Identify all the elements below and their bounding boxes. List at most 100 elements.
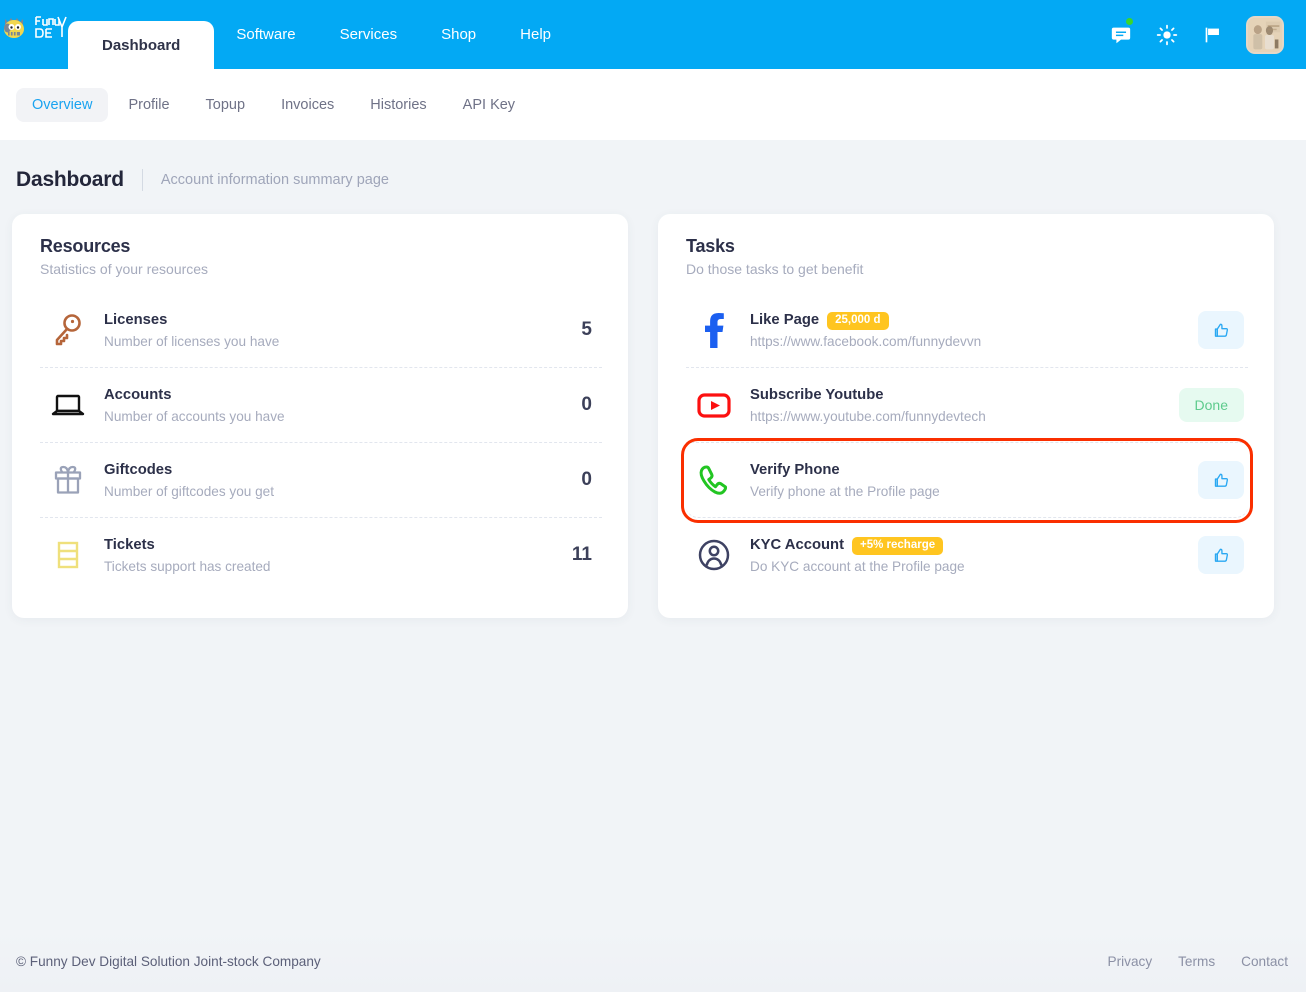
main-navigation: Dashboard Software Services Shop Help <box>68 0 573 69</box>
task-text-like-page: Like Page 25,000 d https://www.facebook.… <box>742 311 1198 349</box>
task-thumbs-up-button[interactable] <box>1198 461 1244 499</box>
notification-dot <box>1126 17 1133 25</box>
task-label: Verify Phone <box>750 462 840 479</box>
footer-link-terms[interactable]: Terms <box>1178 954 1215 969</box>
header-actions <box>1108 0 1284 69</box>
resource-value-licenses: 5 <box>581 319 592 340</box>
user-circle-icon <box>686 535 742 575</box>
resource-row-accounts[interactable]: Accounts Number of accounts you have 0 <box>40 368 602 443</box>
resource-text-accounts: Accounts Number of accounts you have <box>96 386 581 423</box>
resource-text-giftcodes: Giftcodes Number of giftcodes you get <box>96 461 581 498</box>
task-desc: https://www.youtube.com/funnydevtech <box>750 408 986 424</box>
laptop-icon <box>40 385 96 425</box>
flag-glyph <box>1205 27 1219 42</box>
resource-text-licenses: Licenses Number of licenses you have <box>96 311 581 348</box>
subnav-item-api-key[interactable]: API Key <box>447 88 531 122</box>
task-label: KYC Account <box>750 537 844 554</box>
subnav-item-histories[interactable]: Histories <box>354 88 442 122</box>
thumbs-up-icon <box>1214 323 1228 337</box>
nav-item-dashboard[interactable]: Dashboard <box>68 21 215 69</box>
resources-list: Licenses Number of licenses you have 5 A… <box>40 293 602 592</box>
title-divider <box>141 169 143 191</box>
resource-desc: Number of accounts you have <box>104 408 285 424</box>
page-title: Dashboard <box>16 168 124 191</box>
brightness-icon[interactable] <box>1154 22 1180 48</box>
tasks-card-title: Tasks <box>686 236 735 256</box>
subnav-item-invoices[interactable]: Invoices <box>265 88 350 122</box>
wordmark-icon <box>35 15 67 38</box>
task-row-like-page[interactable]: Like Page 25,000 d https://www.facebook.… <box>686 293 1248 368</box>
subnav-item-topup[interactable]: Topup <box>190 88 262 122</box>
gift-icon <box>40 460 96 500</box>
task-label-row: Subscribe Youtube <box>750 386 1179 405</box>
task-badge: +5% recharge <box>852 536 944 556</box>
task-label: Subscribe Youtube <box>750 387 884 404</box>
avatar-image <box>1248 17 1282 52</box>
tasks-card: Tasks Do those tasks to get benefit Like… <box>658 214 1274 618</box>
resource-label: Tickets <box>104 537 155 554</box>
footer-links: Privacy Terms Contact <box>1108 954 1288 969</box>
breadcrumb: Dashboard Account information summary pa… <box>0 140 1306 192</box>
task-row-verify-phone[interactable]: Verify Phone Verify phone at the Profile… <box>681 438 1253 523</box>
footer-link-contact[interactable]: Contact <box>1241 954 1288 969</box>
nav-item-software[interactable]: Software <box>214 0 317 69</box>
resource-label: Accounts <box>104 387 172 404</box>
thumbs-up-icon <box>1214 473 1228 487</box>
top-header-bar: Dashboard Software Services Shop Help <box>0 0 1306 69</box>
nav-item-services[interactable]: Services <box>318 0 420 69</box>
resource-desc: Number of giftcodes you get <box>104 483 275 499</box>
resource-text-tickets: Tickets Tickets support has created <box>96 536 572 573</box>
task-thumbs-up-button[interactable] <box>1198 536 1244 574</box>
task-done-badge: Done <box>1178 388 1244 422</box>
brand-logo[interactable] <box>0 0 68 69</box>
chat-icon[interactable] <box>1108 17 1134 48</box>
phone-icon <box>686 460 742 500</box>
facebook-icon <box>686 310 742 350</box>
resource-row-tickets[interactable]: Tickets Tickets support has created 11 <box>40 518 602 592</box>
sun-glyph <box>1156 24 1178 45</box>
resource-value-giftcodes: 0 <box>581 469 592 490</box>
resource-desc: Number of licenses you have <box>104 333 280 349</box>
thumbs-up-icon <box>1214 548 1228 562</box>
resource-desc: Tickets support has created <box>104 558 271 574</box>
user-avatar[interactable] <box>1246 15 1284 54</box>
resource-value-tickets: 11 <box>571 544 592 565</box>
ticket-icon <box>40 535 96 575</box>
sub-navigation: Overview Profile Topup Invoices Historie… <box>0 69 1306 140</box>
task-thumbs-up-button[interactable] <box>1198 311 1244 349</box>
subnav-item-overview[interactable]: Overview <box>16 87 109 122</box>
task-row-subscribe-youtube[interactable]: Subscribe Youtube https://www.youtube.co… <box>686 368 1248 443</box>
key-icon <box>40 310 96 350</box>
resource-value-accounts: 0 <box>581 394 592 415</box>
footer-copyright: © Funny Dev Digital Solution Joint-stock… <box>16 953 321 969</box>
task-text-verify-phone: Verify Phone Verify phone at the Profile… <box>742 461 1198 498</box>
task-label-row: Like Page 25,000 d <box>750 311 1198 331</box>
tasks-list: Like Page 25,000 d https://www.facebook.… <box>681 293 1253 592</box>
dashboard-cards: Resources Statistics of your resources L… <box>0 192 1306 618</box>
resource-row-licenses[interactable]: Licenses Number of licenses you have 5 <box>40 293 602 368</box>
nav-item-shop[interactable]: Shop <box>419 0 498 69</box>
subnav-item-profile[interactable]: Profile <box>112 88 185 122</box>
tasks-card-subtitle: Do those tasks to get benefit <box>686 261 864 277</box>
task-desc: Do KYC account at the Profile page <box>750 558 965 574</box>
nav-item-help[interactable]: Help <box>498 0 573 69</box>
task-desc: https://www.facebook.com/funnydevvn <box>750 333 982 349</box>
footer-link-privacy[interactable]: Privacy <box>1108 954 1153 969</box>
task-label-row: KYC Account +5% recharge <box>750 536 1198 556</box>
mascot-icon <box>4 17 24 38</box>
resources-card-title: Resources <box>40 236 131 256</box>
task-text-subscribe-youtube: Subscribe Youtube https://www.youtube.co… <box>742 386 1179 423</box>
resources-card-subtitle: Statistics of your resources <box>40 261 209 277</box>
task-row-kyc-account[interactable]: KYC Account +5% recharge Do KYC account … <box>686 518 1248 592</box>
resources-card: Resources Statistics of your resources L… <box>12 214 628 618</box>
task-label: Like Page <box>750 312 820 329</box>
youtube-icon <box>686 385 742 425</box>
task-text-kyc-account: KYC Account +5% recharge Do KYC account … <box>742 536 1198 574</box>
page-footer: © Funny Dev Digital Solution Joint-stock… <box>0 930 1306 992</box>
flag-icon[interactable] <box>1200 22 1226 48</box>
resource-row-giftcodes[interactable]: Giftcodes Number of giftcodes you get 0 <box>40 443 602 518</box>
resource-label: Licenses <box>104 312 168 329</box>
task-label-row: Verify Phone <box>750 461 1198 480</box>
task-desc: Verify phone at the Profile page <box>750 483 940 499</box>
resource-label: Giftcodes <box>104 462 173 479</box>
